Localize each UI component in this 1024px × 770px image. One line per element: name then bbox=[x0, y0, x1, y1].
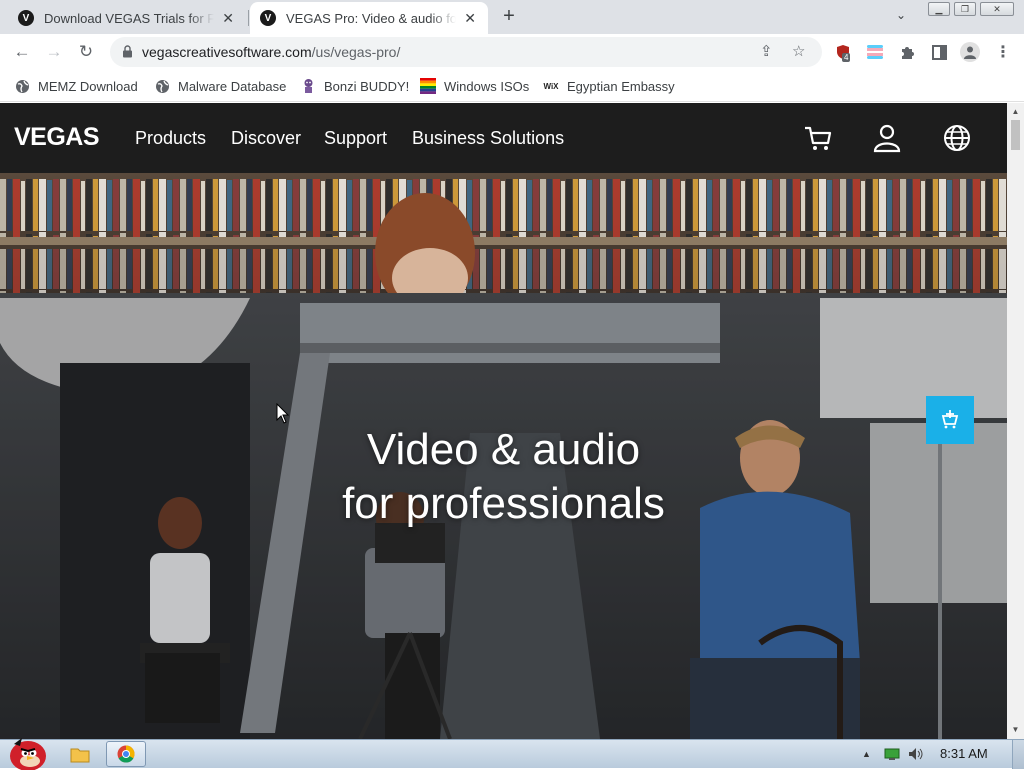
close-tab-icon[interactable]: ✕ bbox=[220, 10, 236, 27]
bookmark-label: Egyptian Embassy bbox=[567, 78, 675, 94]
url-text: vegascreativesoftware.com/us/vegas-pro/ bbox=[142, 44, 401, 60]
bookmarks-bar: MEMZ Download Malware Database Bonzi BUD… bbox=[0, 70, 1024, 102]
hero-title-line2: for professionals bbox=[342, 479, 665, 528]
globe-icon bbox=[154, 78, 170, 94]
lock-icon bbox=[123, 45, 132, 58]
bookmark-label: Malware Database bbox=[178, 78, 287, 94]
bookmark-label: Bonzi BUDDY! bbox=[324, 78, 410, 94]
vegas-favicon-icon: V bbox=[260, 10, 276, 26]
folder-icon bbox=[70, 748, 90, 763]
start-button-angry-bird-icon[interactable] bbox=[4, 734, 48, 770]
nav-business-solutions[interactable]: Business Solutions bbox=[412, 128, 564, 149]
forward-arrow-icon[interactable]: → bbox=[42, 40, 66, 64]
profile-avatar-icon[interactable] bbox=[960, 42, 980, 62]
bonzi-icon bbox=[300, 78, 316, 94]
nav-support[interactable]: Support bbox=[324, 128, 387, 149]
puzzle-extensions-icon[interactable] bbox=[898, 43, 916, 61]
bookmark-malware-database[interactable]: Malware Database bbox=[154, 76, 286, 96]
hero-title: Video & audio for professionals bbox=[0, 423, 1007, 531]
shield-extension-icon[interactable]: 4 bbox=[834, 43, 852, 62]
tab-strip: V Download VEGAS Trials for Fre ✕ V VEGA… bbox=[0, 0, 1024, 34]
cart-plus-icon bbox=[941, 410, 959, 429]
bookmark-label: Windows ISOs bbox=[444, 78, 530, 94]
minimize-button[interactable]: ▁ bbox=[928, 2, 950, 16]
page-viewport: VEGAS Products Discover Support Business… bbox=[0, 103, 1007, 739]
show-hidden-icons-icon[interactable]: ▲ bbox=[862, 749, 871, 759]
more-menu-icon[interactable]: ⋮ bbox=[994, 43, 1012, 61]
bookmark-windows-isos[interactable]: Windows ISOs bbox=[420, 76, 529, 96]
page-scrollbar[interactable]: ▲ ▼ bbox=[1007, 103, 1024, 739]
close-tab-icon[interactable]: ✕ bbox=[462, 10, 478, 27]
address-bar[interactable]: vegascreativesoftware.com/us/vegas-pro/ … bbox=[110, 37, 822, 67]
side-panel-icon[interactable] bbox=[930, 43, 948, 61]
new-tab-button[interactable]: + bbox=[498, 6, 520, 28]
bookmark-star-icon[interactable]: ☆ bbox=[792, 42, 805, 60]
taskbar-explorer-button[interactable] bbox=[60, 741, 100, 767]
windows-icon bbox=[420, 78, 436, 94]
share-icon[interactable]: ⇪ bbox=[760, 42, 773, 60]
tab-search-chevron-icon[interactable]: ⌄ bbox=[896, 8, 906, 22]
bookmark-bonzi-buddy[interactable]: Bonzi BUDDY! bbox=[300, 76, 409, 96]
globe-language-icon[interactable] bbox=[942, 123, 972, 153]
floating-cart-button[interactable] bbox=[926, 396, 974, 444]
show-desktop-button[interactable] bbox=[1012, 740, 1024, 769]
vegas-favicon-icon: V bbox=[18, 10, 34, 26]
bookmark-memz[interactable]: MEMZ Download bbox=[14, 76, 138, 96]
site-header: VEGAS Products Discover Support Business… bbox=[0, 103, 1007, 173]
wix-icon: WiX bbox=[543, 81, 559, 91]
reload-icon[interactable]: ↻ bbox=[74, 40, 98, 64]
hero-title-line1: Video & audio bbox=[366, 425, 641, 474]
windows-taskbar: ▲ 8:31 AM bbox=[0, 738, 1024, 770]
globe-icon bbox=[14, 78, 30, 94]
tab-download-vegas[interactable]: V Download VEGAS Trials for Fre ✕ bbox=[8, 2, 246, 34]
user-account-icon[interactable] bbox=[872, 123, 902, 153]
volume-icon[interactable] bbox=[908, 747, 924, 761]
mouse-cursor-icon bbox=[276, 403, 290, 424]
maximize-button[interactable]: ❐ bbox=[954, 2, 976, 16]
nav-discover[interactable]: Discover bbox=[231, 128, 301, 149]
browser-toolbar: ← → ↻ vegascreativesoftware.com/us/vegas… bbox=[0, 34, 1024, 70]
taskbar-chrome-button[interactable] bbox=[106, 741, 146, 767]
scroll-thumb[interactable] bbox=[1011, 120, 1020, 150]
pride-extension-icon[interactable] bbox=[866, 43, 884, 61]
tab-vegas-pro[interactable]: V VEGAS Pro: Video & audio for ✕ bbox=[250, 2, 488, 34]
bookmark-egyptian-embassy[interactable]: WiX Egyptian Embassy bbox=[543, 76, 675, 96]
hero-section: Video & audio for professionals bbox=[0, 173, 1007, 739]
tab-title: Download VEGAS Trials for Fre bbox=[44, 10, 215, 26]
tab-title: VEGAS Pro: Video & audio for bbox=[286, 10, 457, 26]
vegas-logo[interactable]: VEGAS bbox=[14, 123, 100, 152]
close-window-button[interactable]: ✕ bbox=[980, 2, 1014, 16]
taskbar-clock[interactable]: 8:31 AM bbox=[940, 746, 988, 761]
tab-separator bbox=[248, 10, 249, 26]
extension-badge: 4 bbox=[842, 53, 851, 62]
cart-icon[interactable] bbox=[803, 123, 833, 153]
chrome-icon bbox=[117, 745, 135, 763]
network-icon[interactable] bbox=[884, 747, 900, 761]
bookmark-label: MEMZ Download bbox=[38, 78, 138, 94]
scroll-down-arrow-icon[interactable]: ▼ bbox=[1011, 725, 1020, 734]
back-arrow-icon[interactable]: ← bbox=[10, 40, 34, 64]
nav-products[interactable]: Products bbox=[135, 128, 206, 149]
scroll-up-arrow-icon[interactable]: ▲ bbox=[1011, 107, 1020, 116]
